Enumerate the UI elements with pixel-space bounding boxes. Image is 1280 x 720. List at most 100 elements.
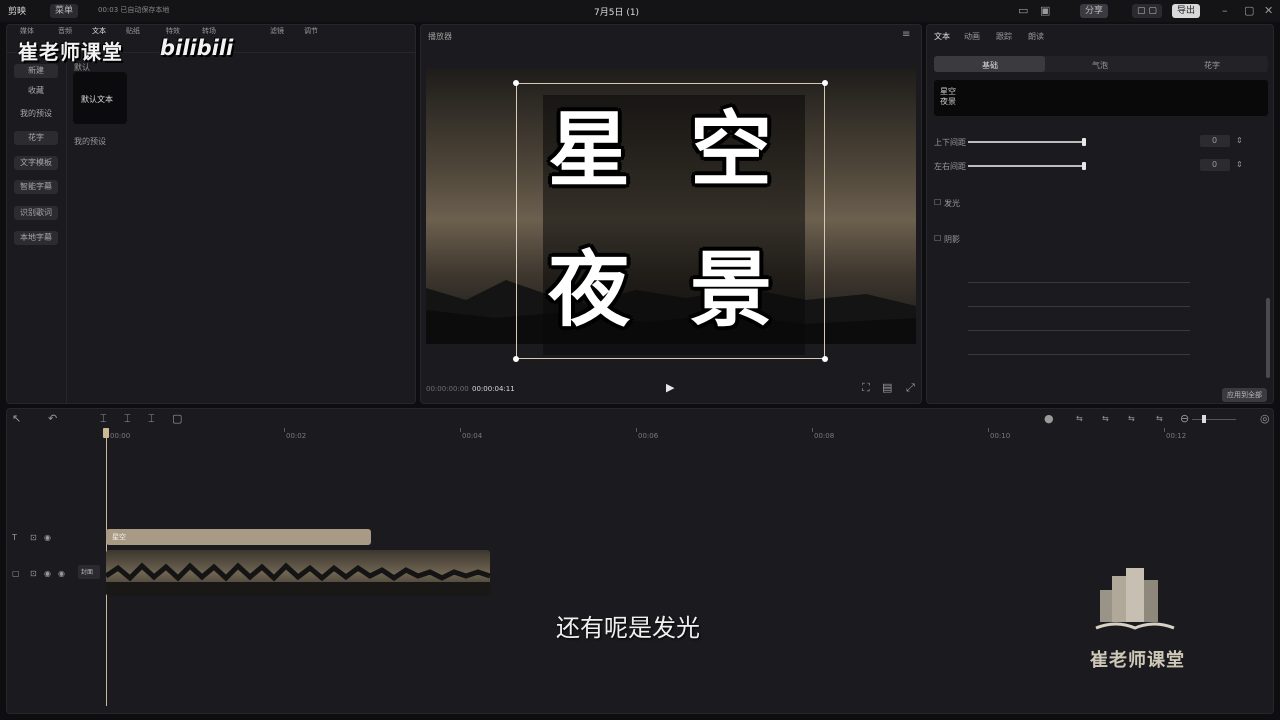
layout-icon[interactable]: ▭ — [1018, 4, 1028, 18]
shadow-checkbox-icon[interactable]: ☐ — [934, 232, 941, 246]
delete-icon[interactable]: ▢ — [172, 412, 182, 426]
text-track-visibility-icon[interactable]: ◉ — [44, 531, 51, 545]
undo-icon[interactable]: ↶ — [48, 412, 57, 426]
tab-audio[interactable]: 音频 — [58, 26, 72, 36]
zoom-out-icon[interactable]: ⊖ — [1180, 412, 1189, 426]
sidebar-item-auto-captions[interactable]: 智能字幕 — [14, 180, 58, 194]
sidebar-item-local-captions[interactable]: 本地字幕 — [14, 231, 58, 245]
text-track-lock-icon[interactable]: ⊡ — [30, 531, 37, 545]
inspector-subtab-bar: 基础 气泡 花字 — [934, 56, 1268, 72]
sidebar-item-fancy-text[interactable]: 花字 — [14, 131, 58, 145]
apply-to-all-button[interactable]: 应用到全部 — [1222, 388, 1267, 402]
subtab-fancy[interactable]: 花字 — [1204, 60, 1220, 71]
title-bar: 剪映 菜单 00:03 已自动保存本地 7月5日 (1) ▭ ▣ 分享 ▢ ▢ … — [0, 0, 1280, 22]
line-spacing-slider[interactable] — [968, 141, 1084, 143]
line-spacing-value: 0 — [1212, 136, 1218, 145]
line-spacing-knob[interactable] — [1082, 138, 1086, 146]
inspector-tab-animation[interactable]: 动画 — [964, 31, 980, 42]
subtab-bubble[interactable]: 气泡 — [1092, 60, 1108, 71]
maximize-icon[interactable]: ▢ — [1244, 4, 1254, 18]
shadow-section-label[interactable]: 阴影 — [944, 234, 960, 245]
tab-transition[interactable]: 转场 — [202, 26, 216, 36]
split-right-icon[interactable]: ⌶ — [148, 412, 155, 426]
default-text-tile[interactable]: 默认文本 — [73, 72, 127, 124]
play-icon[interactable]: ▶ — [666, 381, 674, 395]
expand-icon[interactable]: ⤢ — [906, 381, 915, 395]
feedback-button[interactable]: ▢ ▢ — [1132, 4, 1162, 18]
tab-sticker[interactable]: 贴纸 — [126, 26, 140, 36]
video-track-lock-icon[interactable]: ⊡ — [30, 567, 37, 581]
subtab-basic[interactable]: 基础 — [982, 60, 998, 71]
resize-handle-top-right[interactable] — [822, 80, 828, 86]
tab-media[interactable]: 媒体 — [20, 26, 34, 36]
ratio-icon[interactable]: ▤ — [882, 381, 892, 395]
ruler-tick-10: 00:10 — [990, 432, 1011, 440]
line-spacing-stepper-icon[interactable]: ⇕ — [1236, 134, 1243, 148]
text-content-line2: 夜景 — [940, 97, 956, 106]
sidebar-item-lyrics[interactable]: 识别歌词 — [14, 206, 58, 220]
inspector-tab-text[interactable]: 文本 — [934, 31, 950, 42]
zoom-slider-knob[interactable] — [1202, 415, 1206, 423]
resize-handle-bottom-right[interactable] — [822, 356, 828, 362]
fit-timeline-icon[interactable]: ◎ — [1260, 412, 1270, 426]
text-clip[interactable]: 星空 — [106, 529, 371, 545]
sidebar-item-presets[interactable]: 我的预设 — [14, 107, 58, 121]
platform-logo: bilibili — [160, 36, 234, 60]
total-time: 00:00:04:11 — [472, 385, 515, 393]
letter-spacing-value-box[interactable]: 0 — [1200, 159, 1230, 171]
sidebar-item-text-template[interactable]: 文字模板 — [14, 156, 58, 170]
letter-spacing-stepper-icon[interactable]: ⇕ — [1236, 158, 1243, 172]
inspector-tab-readaloud[interactable]: 朗读 — [1028, 31, 1044, 42]
app-logo: 剪映 — [8, 7, 27, 17]
menu-button[interactable]: 菜单 — [50, 4, 79, 18]
shadow-distance-slider[interactable] — [968, 330, 1190, 331]
close-icon[interactable]: ✕ — [1264, 4, 1273, 18]
snap-icon[interactable]: ⇆ — [1102, 412, 1109, 426]
sidebar-item-favorites[interactable]: 收藏 — [14, 84, 58, 98]
letter-spacing-slider[interactable] — [968, 165, 1084, 167]
fullscreen-crop-icon[interactable]: ⛶ — [862, 381, 870, 395]
inspector-tab-tracking[interactable]: 跟踪 — [996, 31, 1012, 42]
player-menu-icon[interactable]: ≡ — [902, 28, 910, 42]
share-button[interactable]: 分享 — [1080, 4, 1109, 18]
ruler-tick-2: 00:02 — [286, 432, 307, 440]
shadow-blur-slider[interactable] — [968, 306, 1190, 307]
ruler-tick-12: 00:12 — [1166, 432, 1187, 440]
cover-button[interactable]: 封面 — [78, 565, 100, 579]
channel-watermark: 崔老师课堂 — [18, 40, 123, 64]
text-content-field[interactable]: 星空 夜景 — [934, 80, 1268, 116]
ripple-icon[interactable]: ⇆ — [1156, 412, 1163, 426]
tab-filter[interactable]: 滤镜 — [270, 26, 284, 36]
video-clip-thumbnails — [106, 562, 490, 596]
split-icon[interactable]: ⌶ — [100, 412, 107, 426]
tab-effect[interactable]: 特效 — [166, 26, 180, 36]
screen-icon[interactable]: ▣ — [1040, 4, 1050, 18]
line-spacing-value-box[interactable]: 0 — [1200, 135, 1230, 147]
export-button[interactable]: 导出 — [1172, 4, 1201, 18]
video-track-visibility-icon[interactable]: ◉ — [44, 567, 51, 581]
link-icon[interactable]: ⇆ — [1076, 412, 1083, 426]
shadow-opacity-slider[interactable] — [968, 282, 1190, 283]
preview-axis-icon[interactable]: ⇆ — [1128, 412, 1135, 426]
sidebar-item-new[interactable]: 新建 — [14, 64, 58, 78]
letter-spacing-knob[interactable] — [1082, 162, 1086, 170]
glow-section-label[interactable]: 发光 — [944, 198, 960, 209]
default-text-tile-label: 默认文本 — [81, 95, 113, 104]
resize-handle-top-left[interactable] — [513, 80, 519, 86]
tab-adjust[interactable]: 调节 — [304, 26, 318, 36]
resize-handle-bottom-left[interactable] — [513, 356, 519, 362]
minimize-icon[interactable]: – — [1222, 4, 1228, 18]
video-track-audio-icon[interactable]: ◉ — [58, 567, 65, 581]
inspector-scrollbar[interactable] — [1266, 298, 1270, 378]
glow-checkbox-icon[interactable]: ☐ — [934, 196, 941, 210]
text-clip-label: 星空 — [112, 533, 126, 541]
zoom-slider[interactable] — [1192, 419, 1236, 420]
ruler-tick-6: 00:06 — [638, 432, 659, 440]
tab-text[interactable]: 文本 — [92, 26, 106, 36]
mic-icon[interactable]: ● — [1044, 412, 1054, 426]
ruler-tick-0: 00:00 — [110, 432, 131, 440]
split-left-icon[interactable]: ⌶ — [124, 412, 131, 426]
select-tool-icon[interactable]: ↖ — [12, 412, 21, 426]
shadow-angle-slider[interactable] — [968, 354, 1190, 355]
video-clip[interactable] — [106, 550, 490, 596]
